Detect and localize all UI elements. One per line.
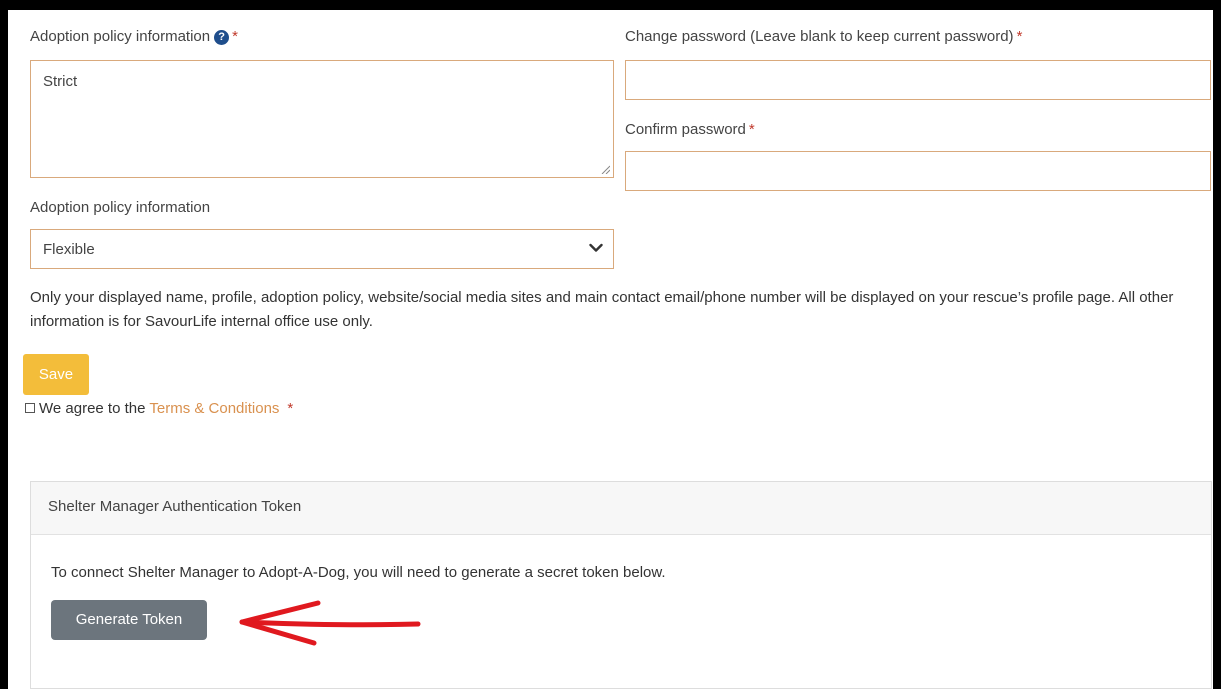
- token-card: Shelter Manager Authentication Token To …: [30, 481, 1212, 689]
- adoption-policy-select-label: Adoption policy information: [30, 199, 211, 216]
- help-icon[interactable]: ?: [214, 30, 230, 45]
- adoption-policy-label-text: Adoption policy information: [30, 28, 211, 45]
- red-arrow-icon: [239, 600, 421, 646]
- resize-grip-icon[interactable]: [600, 164, 610, 174]
- visibility-notice: Only your displayed name, profile, adopt…: [30, 289, 1174, 330]
- adoption-policy-select-value: Flexible: [43, 241, 95, 258]
- terms-checkbox[interactable]: [25, 403, 35, 413]
- adoption-policy-textarea[interactable]: Strict: [30, 60, 614, 178]
- confirm-password-label: Confirm password *: [625, 121, 755, 138]
- terms-agreement: We agree to the Terms & Conditions *: [25, 400, 293, 417]
- required-mark: *: [287, 400, 294, 417]
- page-frame: Adoption policy information? * Strict Cha…: [8, 10, 1213, 689]
- token-card-title: Shelter Manager Authentication Token: [48, 498, 302, 515]
- terms-link[interactable]: Terms & Conditions: [149, 400, 279, 417]
- token-card-description: To connect Shelter Manager to Adopt-A-Do…: [51, 564, 666, 581]
- generate-token-button[interactable]: Generate Token: [51, 600, 207, 640]
- adoption-policy-select[interactable]: Flexible: [30, 229, 614, 269]
- required-mark: *: [1016, 28, 1023, 45]
- save-button[interactable]: Save: [23, 354, 89, 395]
- required-mark: *: [232, 28, 238, 45]
- change-password-label: Change password (Leave blank to keep cur…: [625, 28, 1022, 45]
- confirm-password-label-text: Confirm password: [625, 121, 746, 138]
- required-mark: *: [748, 121, 755, 138]
- adoption-policy-textarea-value: Strict: [43, 73, 78, 90]
- confirm-password-input[interactable]: [625, 151, 1211, 191]
- change-password-input[interactable]: [625, 60, 1211, 100]
- change-password-label-text: Change password (Leave blank to keep cur…: [625, 28, 1014, 45]
- token-card-header: Shelter Manager Authentication Token: [31, 482, 1211, 535]
- chevron-down-icon: [589, 243, 603, 252]
- adoption-policy-label: Adoption policy information? *: [30, 28, 238, 45]
- terms-agreement-text: We agree to the: [39, 400, 150, 417]
